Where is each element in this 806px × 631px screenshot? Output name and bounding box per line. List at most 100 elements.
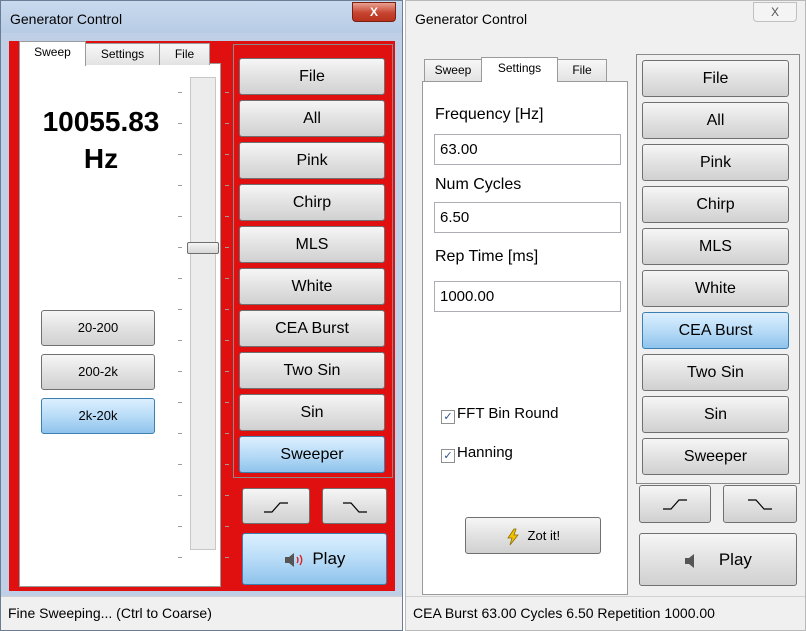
frequency-unit: Hz (83, 143, 119, 174)
play-button[interactable]: Play (242, 533, 387, 585)
fine-sweep-slider-thumb[interactable] (187, 242, 219, 254)
mode-button-white[interactable]: White (239, 268, 385, 305)
slider-tick (178, 526, 182, 527)
ramp-up-button[interactable] (639, 485, 711, 523)
ramp-up-button[interactable] (242, 488, 310, 524)
slider-tick (225, 495, 229, 496)
mode-button-white[interactable]: White (642, 270, 789, 307)
play-label: Play (312, 549, 346, 568)
slider-tick (178, 371, 182, 372)
hanning-checkbox[interactable]: ✓ Hanning (441, 444, 513, 464)
mode-button-chirp[interactable]: Chirp (642, 186, 789, 223)
tab-sweep[interactable]: Sweep (19, 41, 86, 66)
mode-button-pink[interactable]: Pink (642, 144, 789, 181)
mode-button-panel: File All Pink Chirp MLS White CEA Burst … (233, 44, 393, 478)
checkmark-icon: ✓ (441, 449, 455, 463)
slider-tick (178, 433, 182, 434)
generator-window-left: Generator Control X 10055.83 Hz 20-200 2… (0, 0, 403, 631)
range-button-2k-20k[interactable]: 2k-20k (41, 398, 155, 434)
ramp-up-icon (663, 499, 687, 510)
zot-it-button[interactable]: Zot it! (465, 517, 601, 554)
tab-file[interactable]: File (557, 59, 607, 81)
play-button[interactable]: Play (639, 533, 797, 586)
slider-tick (178, 92, 182, 93)
slider-tick (178, 464, 182, 465)
slider-tick (225, 92, 229, 93)
slider-tick (178, 185, 182, 186)
tab-sweep[interactable]: Sweep (424, 59, 482, 81)
mode-button-file[interactable]: File (642, 60, 789, 97)
slider-tick (225, 433, 229, 434)
slider-tick (178, 216, 182, 217)
tab-file[interactable]: File (159, 43, 210, 65)
title-bar[interactable]: Generator Control X (1, 1, 402, 33)
slider-tick (225, 154, 229, 155)
generator-window-right: Generator Control X Frequency [Hz] 63.00… (405, 0, 806, 631)
hanning-label: Hanning (457, 444, 513, 461)
mode-button-sin[interactable]: Sin (239, 394, 385, 431)
mode-button-sin[interactable]: Sin (642, 396, 789, 433)
fft-bin-round-checkbox[interactable]: ✓ FFT Bin Round (441, 405, 558, 425)
window-title: Generator Control (415, 11, 528, 27)
play-label: Play (718, 550, 752, 569)
speaker-icon (284, 552, 303, 567)
sweep-panel: 10055.83 Hz 20-200 200-2k 2k-20k (19, 63, 229, 587)
slider-tick (178, 247, 182, 248)
tab-settings[interactable]: Settings (481, 57, 558, 82)
slider-tick (225, 340, 229, 341)
slider-tick (225, 247, 229, 248)
range-button-20-200[interactable]: 20-200 (41, 310, 155, 346)
slider-tick (225, 185, 229, 186)
slider-tick (225, 123, 229, 124)
mode-button-cea-burst[interactable]: CEA Burst (239, 310, 385, 347)
checkmark-icon: ✓ (441, 410, 455, 424)
frequency-label: Frequency [Hz] (435, 106, 544, 123)
range-button-200-2k[interactable]: 200-2k (41, 354, 155, 390)
close-button[interactable]: X (753, 2, 797, 22)
slider-tick (225, 216, 229, 217)
settings-panel: Frequency [Hz] 63.00 Num Cycles 6.50 Rep… (422, 81, 628, 595)
mode-button-all[interactable]: All (239, 100, 385, 137)
speaker-icon (685, 553, 695, 568)
mode-button-chirp[interactable]: Chirp (239, 184, 385, 221)
mode-button-panel: File All Pink Chirp MLS White CEA Burst … (636, 54, 800, 484)
slider-tick (178, 340, 182, 341)
mode-button-mls[interactable]: MLS (642, 228, 789, 265)
mode-button-two-sin[interactable]: Two Sin (239, 352, 385, 389)
num-cycles-label: Num Cycles (435, 176, 522, 193)
status-text: Fine Sweeping... (Ctrl to Coarse) (8, 605, 212, 621)
num-cycles-field[interactable]: 6.50 (434, 202, 621, 233)
slider-tick (178, 402, 182, 403)
fine-sweep-slider-track[interactable] (190, 77, 216, 550)
mode-button-two-sin[interactable]: Two Sin (642, 354, 789, 391)
ramp-down-button[interactable] (322, 488, 387, 524)
rep-time-field[interactable]: 1000.00 (434, 281, 621, 312)
mode-button-mls[interactable]: MLS (239, 226, 385, 263)
ramp-down-icon (342, 502, 367, 513)
slider-tick (225, 309, 229, 310)
slider-tick (178, 278, 182, 279)
ramp-down-button[interactable] (723, 485, 797, 523)
mode-button-sweeper[interactable]: Sweeper (239, 436, 385, 473)
status-text: CEA Burst 63.00 Cycles 6.50 Repetition 1… (413, 605, 715, 621)
frequency-readout: 10055.83 (42, 106, 160, 137)
slider-tick (178, 309, 182, 310)
mode-button-sweeper[interactable]: Sweeper (642, 438, 789, 475)
rep-time-label: Rep Time [ms] (435, 248, 539, 265)
lightning-icon (507, 528, 519, 545)
slider-tick (225, 402, 229, 403)
slider-tick (178, 123, 182, 124)
frequency-field[interactable]: 63.00 (434, 134, 621, 165)
slider-tick (225, 464, 229, 465)
mode-button-pink[interactable]: Pink (239, 142, 385, 179)
zot-it-label: Zot it! (527, 528, 561, 543)
mode-button-all[interactable]: All (642, 102, 789, 139)
mode-button-cea-burst[interactable]: CEA Burst (642, 312, 789, 349)
fft-bin-round-label: FFT Bin Round (457, 405, 559, 422)
close-button[interactable]: X (352, 2, 396, 22)
title-bar[interactable]: Generator Control X (406, 1, 805, 33)
slider-tick (178, 154, 182, 155)
mode-button-file[interactable]: File (239, 58, 385, 95)
client-area: Frequency [Hz] 63.00 Num Cycles 6.50 Rep… (413, 40, 801, 595)
tab-settings[interactable]: Settings (85, 43, 160, 65)
